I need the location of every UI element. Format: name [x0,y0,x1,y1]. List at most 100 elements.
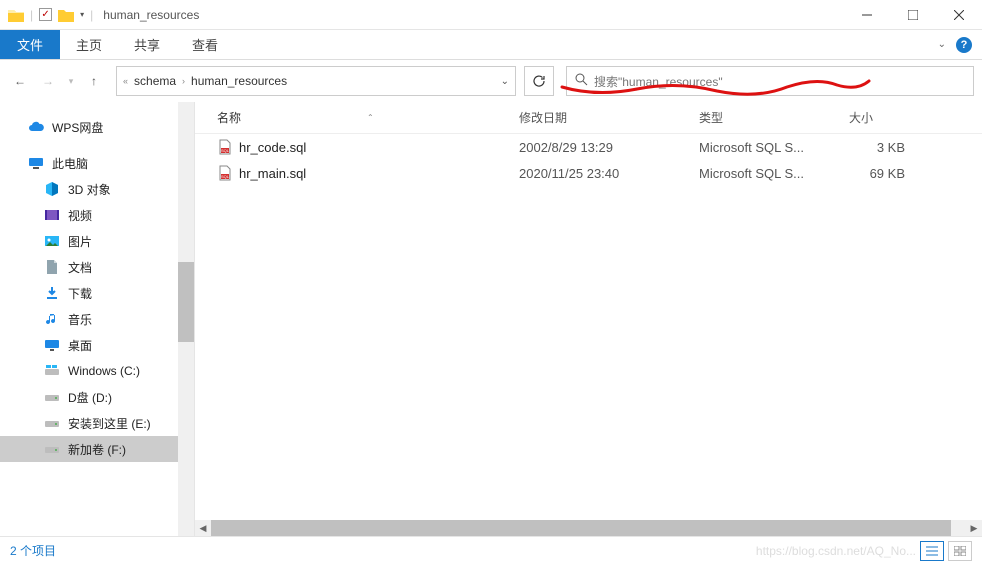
pc-icon [28,155,44,171]
col-size[interactable]: 大小 [841,109,925,126]
downloads-icon [44,285,60,301]
nav-item[interactable]: Windows (C:) [0,358,194,384]
navbar: ← → ▾ ↑ « schema › human_resources ⌄ 搜索"… [0,60,982,102]
minimize-button[interactable] [844,0,890,30]
tab-share[interactable]: 共享 [118,30,176,59]
pictures-icon [44,233,60,249]
nav-item[interactable]: 音乐 [0,306,194,332]
nav-item-label: 新加卷 (F:) [68,441,126,458]
view-details-button[interactable] [920,541,944,561]
sql-file-icon: SQL [217,165,233,181]
nav-item[interactable]: 桌面 [0,332,194,358]
ribbon: 文件 主页 共享 查看 ⌄ ? [0,30,982,60]
sort-asc-icon: ⌃ [367,113,374,122]
folder-icon [8,8,24,22]
nav-item[interactable]: 文档 [0,254,194,280]
3d-icon [44,181,60,197]
search-box[interactable]: 搜索"human_resources" [566,66,974,96]
status-bar: 2 个项目 https://blog.csdn.net/AQ_No... [0,536,982,564]
tab-file[interactable]: 文件 [0,30,60,59]
content-area: WPS网盘 此电脑 3D 对象视频图片文档下载音乐桌面 Windows (C:) D… [0,102,982,536]
video-icon [44,207,60,223]
qat-checkbox-icon[interactable]: ✓ [39,8,52,21]
scroll-thumb[interactable] [211,520,951,536]
nav-item-label: 安装到这里 (E:) [68,415,151,432]
nav-wps-drive[interactable]: WPS网盘 [0,114,194,140]
nav-item-label: 音乐 [68,311,92,328]
maximize-button[interactable] [890,0,936,30]
nav-item-label: 下载 [68,285,92,302]
drive-icon [44,415,60,431]
nav-item[interactable]: 图片 [0,228,194,254]
svg-text:SQL: SQL [221,148,230,153]
breadcrumb-item[interactable]: human_resources [191,74,287,88]
file-date: 2002/8/29 13:29 [511,140,691,155]
file-size: 69 KB [841,166,925,181]
nav-item-label: 文档 [68,259,92,276]
tab-home[interactable]: 主页 [60,30,118,59]
nav-item-label: D盘 (D:) [68,389,112,406]
col-date[interactable]: 修改日期 [511,109,691,126]
nav-item-label: 桌面 [68,337,92,354]
file-list: 名称⌃ 修改日期 类型 大小 SQL hr_code.sql 2002/8/29 1… [195,102,982,536]
help-button[interactable]: ? [956,37,972,53]
file-name: hr_code.sql [239,140,306,155]
drive-icon [44,441,60,457]
column-headers: 名称⌃ 修改日期 类型 大小 [195,102,982,134]
svg-text:SQL: SQL [221,174,230,179]
folder-icon [58,8,74,22]
breadcrumb-item[interactable]: schema [134,74,176,88]
file-name: hr_main.sql [239,166,306,181]
file-date: 2020/11/25 23:40 [511,166,691,181]
nav-this-pc[interactable]: 此电脑 [0,150,194,176]
file-row[interactable]: SQL hr_main.sql 2020/11/25 23:40Microsoft … [195,160,982,186]
separator: | [30,8,33,22]
nav-item[interactable]: D盘 (D:) [0,384,194,410]
forward-button[interactable]: → [36,69,60,93]
tab-view[interactable]: 查看 [176,30,234,59]
address-dropdown-icon[interactable]: ⌄ [501,76,509,87]
search-icon [575,73,588,89]
nav-item-label: 3D 对象 [68,181,111,198]
chevron-right-icon: › [182,76,185,86]
back-button[interactable]: ← [8,69,32,93]
col-type[interactable]: 类型 [691,109,841,126]
music-icon [44,311,60,327]
titlebar: | ✓ ▾ | human_resources [0,0,982,30]
nav-item[interactable]: 视频 [0,202,194,228]
file-size: 3 KB [841,140,925,155]
up-button[interactable]: ↑ [82,69,106,93]
address-bar[interactable]: « schema › human_resources ⌄ [116,66,516,96]
nav-item[interactable]: 3D 对象 [0,176,194,202]
drive-icon [44,389,60,405]
watermark-text: https://blog.csdn.net/AQ_No... [756,544,916,558]
item-count: 2 个项目 [10,542,56,559]
nav-item-label: 图片 [68,233,92,250]
search-placeholder: 搜索"human_resources" [594,73,723,90]
desktop-icon [44,337,60,353]
qat-dropdown-icon[interactable]: ▾ [80,10,84,19]
col-name[interactable]: 名称⌃ [195,109,511,126]
chevron-left-icon: « [123,76,128,86]
refresh-button[interactable] [524,66,554,96]
recent-dropdown-icon[interactable]: ▾ [64,69,78,93]
window-title: human_resources [103,8,199,22]
nav-item-label: 视频 [68,207,92,224]
nav-item[interactable]: 下载 [0,280,194,306]
nav-item[interactable]: 安装到这里 (E:) [0,410,194,436]
view-thumbnails-button[interactable] [948,541,972,561]
file-type: Microsoft SQL S... [691,140,841,155]
drive-win-icon [44,363,60,379]
file-row[interactable]: SQL hr_code.sql 2002/8/29 13:29Microsoft S… [195,134,982,160]
scroll-right-icon[interactable]: ▶ [966,520,982,536]
horizontal-scrollbar[interactable]: ◀ ▶ [195,520,982,536]
close-button[interactable] [936,0,982,30]
nav-pane: WPS网盘 此电脑 3D 对象视频图片文档下载音乐桌面 Windows (C:) D… [0,102,195,536]
nav-item[interactable]: 新加卷 (F:) [0,436,194,462]
scroll-left-icon[interactable]: ◀ [195,520,211,536]
separator: | [90,8,93,22]
cloud-icon [28,119,44,135]
file-type: Microsoft SQL S... [691,166,841,181]
ribbon-expand-icon[interactable]: ⌄ [938,39,946,50]
nav-scroll-thumb[interactable] [178,262,194,342]
